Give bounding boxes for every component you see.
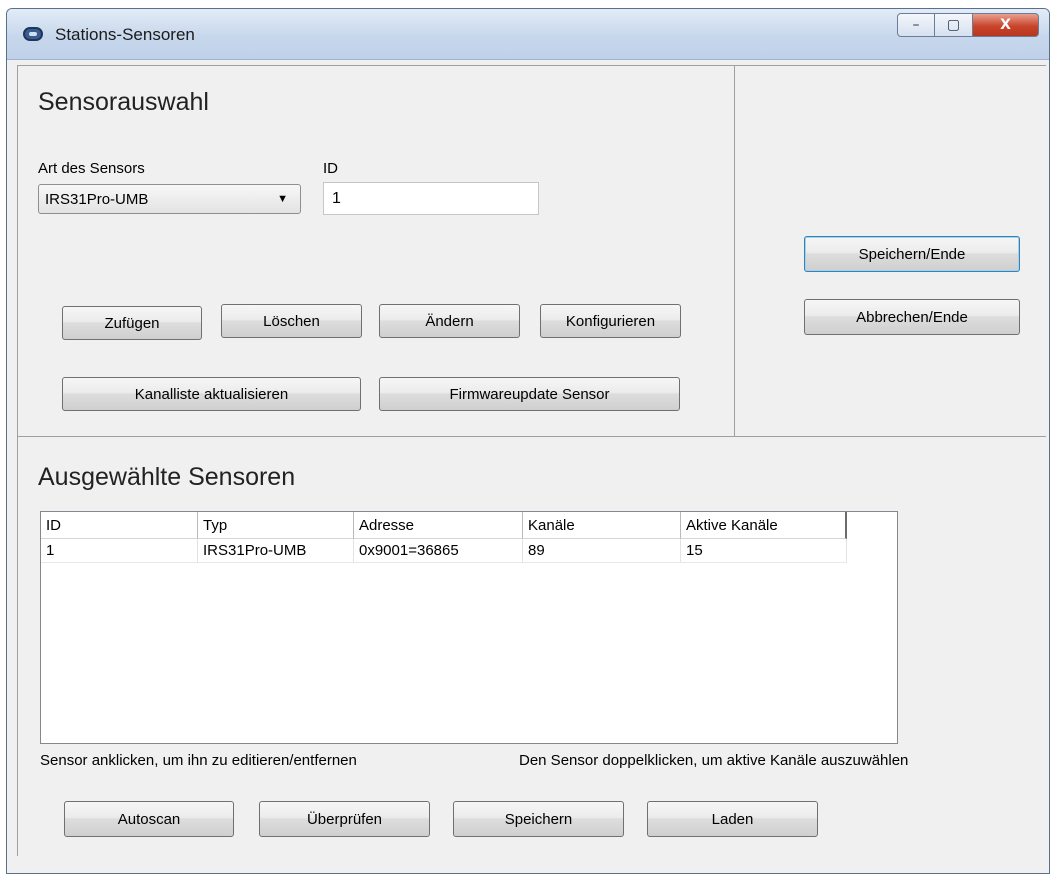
sensor-type-dropdown[interactable]: IRS31Pro-UMB ▼ (38, 184, 301, 214)
firmware-update-button[interactable]: Firmwareupdate Sensor (379, 377, 680, 411)
change-button[interactable]: Ändern (379, 304, 520, 338)
save-end-button[interactable]: Speichern/Ende (804, 236, 1020, 272)
column-header-type[interactable]: Typ (198, 512, 354, 539)
id-input[interactable] (323, 182, 539, 215)
caption-buttons: – ▢ X (897, 13, 1039, 39)
stations-sensoren-window: Stations-Sensoren – ▢ X Sensorauswahl Ar… (6, 8, 1050, 874)
dropdown-arrow-icon: ▼ (277, 193, 288, 205)
selected-sensors-panel: Ausgewählte Sensoren ID Typ Adresse Kanä… (17, 436, 1046, 856)
cell-address: 0x9001=36865 (354, 539, 523, 563)
app-icon (23, 27, 43, 41)
action-panel: Speichern/Ende Abbrechen/Ende (734, 65, 1046, 437)
cell-channels: 89 (523, 539, 681, 563)
autoscan-button[interactable]: Autoscan (64, 801, 234, 837)
refresh-channel-list-button[interactable]: Kanalliste aktualisieren (62, 377, 361, 411)
sensor-selection-panel: Sensorauswahl Art des Sensors ID IRS31Pr… (17, 65, 735, 437)
hint-edit-remove: Sensor anklicken, um ihn zu editieren/en… (40, 752, 357, 769)
configure-button[interactable]: Konfigurieren (540, 304, 681, 338)
check-button[interactable]: Überprüfen (259, 801, 430, 837)
id-input-field[interactable] (324, 183, 538, 214)
column-header-id[interactable]: ID (41, 512, 198, 539)
maximize-button[interactable]: ▢ (935, 13, 973, 37)
minimize-button[interactable]: – (897, 13, 935, 37)
table-row[interactable]: 1 IRS31Pro-UMB 0x9001=36865 89 15 (41, 539, 847, 563)
selected-sensors-table[interactable]: ID Typ Adresse Kanäle Aktive Kanäle 1 IR… (40, 511, 898, 744)
title-bar[interactable]: Stations-Sensoren – ▢ X (7, 9, 1049, 60)
column-header-address[interactable]: Adresse (354, 512, 523, 539)
hint-double-click: Den Sensor doppelklicken, um aktive Kanä… (519, 752, 909, 769)
sensor-selection-heading: Sensorauswahl (38, 88, 209, 116)
selected-sensors-heading: Ausgewählte Sensoren (38, 463, 296, 491)
column-header-channels[interactable]: Kanäle (523, 512, 681, 539)
add-button[interactable]: Zufügen (62, 306, 202, 340)
cell-type: IRS31Pro-UMB (198, 539, 354, 563)
sensor-type-value: IRS31Pro-UMB (45, 191, 149, 208)
load-button[interactable]: Laden (647, 801, 818, 837)
window-title: Stations-Sensoren (55, 25, 195, 44)
column-header-active-channels[interactable]: Aktive Kanäle (681, 512, 847, 539)
cell-active-channels: 15 (681, 539, 847, 563)
cancel-end-button[interactable]: Abbrechen/Ende (804, 299, 1020, 335)
cell-id: 1 (41, 539, 198, 563)
table-header: ID Typ Adresse Kanäle Aktive Kanäle (41, 512, 847, 539)
id-label: ID (323, 160, 338, 177)
save-button[interactable]: Speichern (453, 801, 624, 837)
delete-button[interactable]: Löschen (221, 304, 362, 338)
close-button[interactable]: X (973, 13, 1039, 37)
sensor-type-label: Art des Sensors (38, 160, 145, 177)
